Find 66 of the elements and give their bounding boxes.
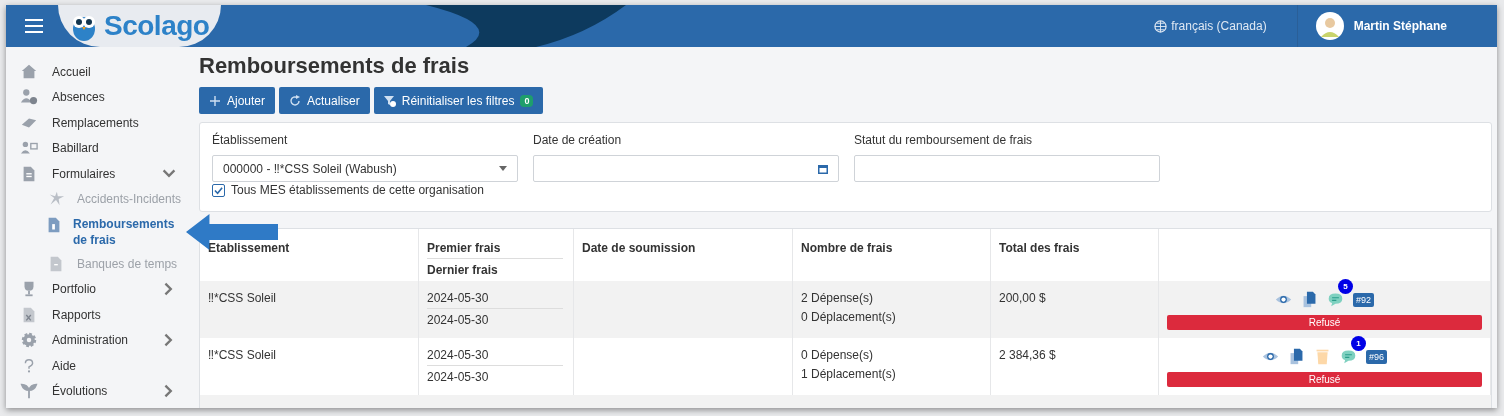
sidebar-item[interactable]: Remplacements <box>20 110 192 136</box>
request-number[interactable]: #96 <box>1366 349 1387 364</box>
table-cell: 2024-05-30 <box>427 291 563 309</box>
refresh-icon <box>289 94 302 107</box>
sidebar-item[interactable]: Absences <box>20 84 192 110</box>
filter-icon <box>383 94 396 107</box>
filter-count: 0 <box>520 94 534 107</box>
table-cell-text: 1 Déplacement(s) <box>801 367 897 381</box>
settings-icon <box>20 331 38 350</box>
logo-text: Scolago <box>104 10 210 42</box>
column-header: Date de soumission <box>582 241 696 255</box>
table-cell: ‼*CSS Soleil <box>208 291 277 305</box>
plus-icon <box>209 94 221 107</box>
comment-count: 1 <box>1351 336 1366 351</box>
reset-button[interactable]: Réinitialiser les filtres 0 <box>373 87 544 114</box>
comment-count: 5 <box>1338 279 1353 294</box>
column-header: Nombre de frais <box>801 241 893 255</box>
establishment-select[interactable]: 000000 - ‼*CSS Soleil (Wabush) <box>212 155 518 182</box>
status-label: Refusé <box>1167 315 1482 330</box>
column-header: Total des frais <box>999 241 1080 255</box>
checkbox-label[interactable]: Tous MES établissements de cette organisation <box>231 183 484 197</box>
comment-icon[interactable] <box>1340 348 1357 365</box>
request-number[interactable]: #92 <box>1353 292 1374 307</box>
globe-icon <box>1154 19 1168 33</box>
table-cell: ‼*CSS Soleil <box>208 348 277 362</box>
table-cell-text: 2024-05-30 <box>427 313 490 329</box>
refresh-button[interactable]: Actualiser <box>279 87 370 114</box>
column-header: Premier frais <box>427 241 563 259</box>
menu-icon[interactable] <box>24 18 44 34</box>
language-selector[interactable]: français (Canada) <box>1124 5 1298 47</box>
status-field[interactable] <box>854 155 1160 182</box>
checkbox[interactable] <box>212 183 225 197</box>
home-icon <box>20 62 38 81</box>
field-label: Statut du remboursement de frais <box>854 133 1034 147</box>
sidebar-item[interactable]: Administration <box>20 327 192 353</box>
calendar-icon[interactable] <box>818 163 828 174</box>
field-label: Établissement <box>212 133 289 147</box>
date-field[interactable] <box>533 155 839 182</box>
table-cell-text: 2024-05-30 <box>427 370 490 386</box>
status-label: Refusé <box>1167 372 1482 387</box>
table-cell-text: 0 Déplacement(s) <box>801 310 897 324</box>
sidebar-item[interactable]: Rapports <box>20 302 192 328</box>
sidebar-item[interactable]: Babillard <box>20 135 192 161</box>
table-cell-text: 0 Dépense(s) <box>801 348 875 362</box>
sidebar-item[interactable]: Portfolio <box>20 276 192 302</box>
table-cell: 2024-05-30 <box>427 348 563 366</box>
sidebar-item[interactable]: Formulaires <box>20 161 192 187</box>
field-label: Date de création <box>533 133 623 147</box>
copy-icon[interactable] <box>1301 291 1318 308</box>
page-title: Remboursements de frais <box>199 53 471 79</box>
dropdown-caret-icon <box>499 166 507 171</box>
avatar-icon[interactable] <box>1315 12 1344 40</box>
sidebar-item[interactable]: Aide <box>20 353 192 379</box>
column-header: Dernier frais <box>427 263 499 279</box>
sprout-icon <box>20 382 38 401</box>
sidebar-item[interactable]: Remboursements de frais <box>45 211 173 252</box>
add-button[interactable]: Ajouter <box>199 87 276 114</box>
sidebar-item[interactable]: Évolutions <box>20 378 192 404</box>
table-cell: 2 384,36 $ <box>999 348 1056 362</box>
column-header: Etablissement <box>208 241 290 255</box>
user-name[interactable]: Martin Stéphane <box>1353 19 1447 33</box>
copy-icon[interactable] <box>1288 348 1305 365</box>
comment-icon[interactable] <box>1327 291 1344 308</box>
table-cell-text: 2 Dépense(s) <box>801 291 875 305</box>
sidebar-item[interactable]: Accueil <box>20 59 192 85</box>
table-cell: 200,00 $ <box>999 291 1046 305</box>
